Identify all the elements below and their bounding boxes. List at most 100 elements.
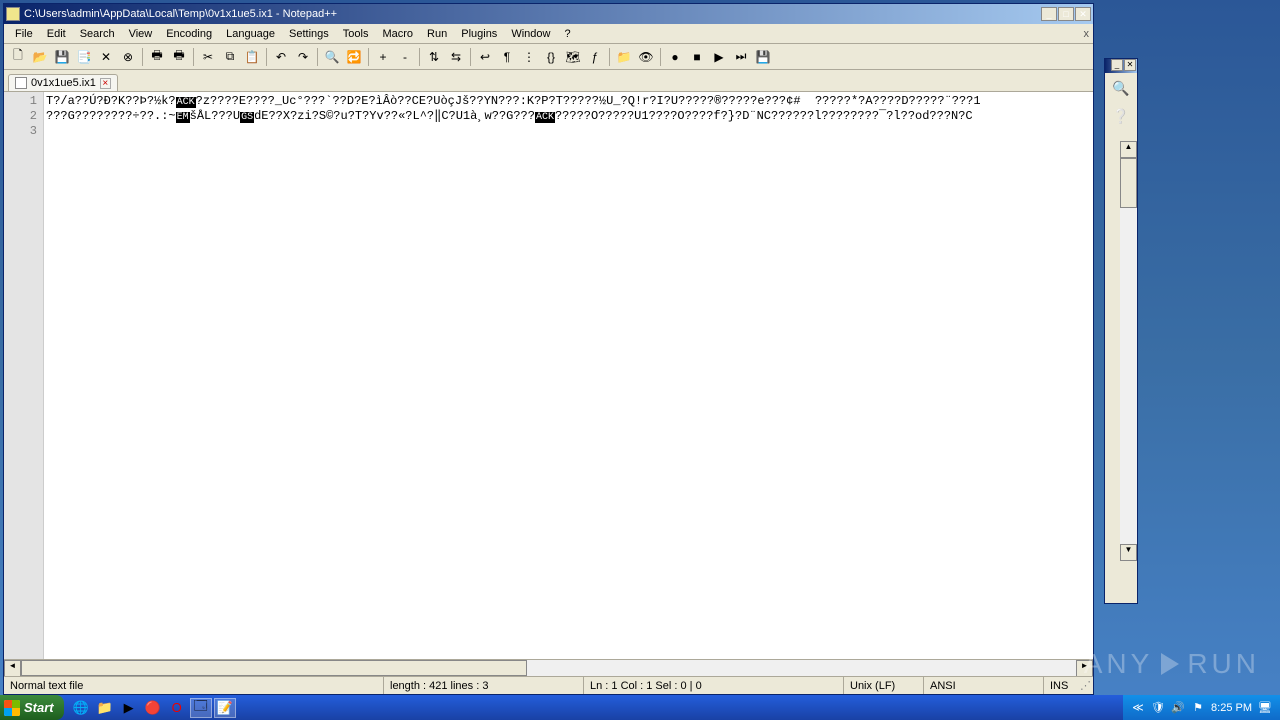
tab-label: 0v1x1ue5.ix1 — [31, 77, 96, 89]
close-window-button[interactable]: ✕ — [1075, 7, 1091, 21]
menu-search[interactable]: Search — [73, 26, 122, 42]
tray-shield-icon[interactable]: 🛡 — [1151, 701, 1165, 715]
status-position: Ln : 1 Col : 1 Sel : 0 | 0 — [584, 677, 844, 694]
control-char: ACK — [535, 112, 555, 123]
monitor-icon[interactable]: 👁 — [636, 47, 656, 67]
doc-map-icon[interactable]: 🗺 — [563, 47, 583, 67]
zoom-out-icon[interactable]: - — [395, 47, 415, 67]
window-title: C:\Users\admin\AppData\Local\Temp\0v1x1u… — [24, 8, 1041, 20]
new-file-icon[interactable]: 🗋 — [8, 47, 28, 67]
opera-icon[interactable]: O — [166, 698, 188, 718]
magnifier-icon[interactable]: 🔍 — [1112, 79, 1130, 97]
notepadpp-window: C:\Users\admin\AppData\Local\Temp\0v1x1u… — [3, 3, 1094, 695]
menu-view[interactable]: View — [122, 26, 160, 42]
copy-icon[interactable]: ⧉ — [220, 47, 240, 67]
menu-language[interactable]: Language — [219, 26, 282, 42]
vscroll-thumb[interactable] — [1120, 158, 1137, 208]
scroll-up-button[interactable]: ▲ — [1120, 141, 1137, 158]
record-icon[interactable]: ● — [665, 47, 685, 67]
play-multi-icon[interactable]: ⏭ — [731, 47, 751, 67]
vscroll-track[interactable] — [1120, 158, 1137, 544]
paste-icon[interactable]: 📋 — [242, 47, 262, 67]
menu-close-icon[interactable]: x — [1084, 28, 1090, 40]
menu-settings[interactable]: Settings — [282, 26, 336, 42]
tray-volume-icon[interactable]: 🔊 — [1171, 701, 1185, 715]
save-all-icon[interactable]: 📑 — [74, 47, 94, 67]
tray-monitor-icon[interactable]: 🖥 — [1258, 701, 1272, 715]
task-app1-icon[interactable]: 🗔 — [190, 698, 212, 718]
start-button[interactable]: Start — [0, 695, 64, 720]
ie-icon[interactable]: 🌐 — [70, 698, 92, 718]
func-list-icon[interactable]: ƒ — [585, 47, 605, 67]
replace-icon[interactable]: 🔁 — [344, 47, 364, 67]
editor-area: 123 T?/a??Ú?Đ?K??Þ?½k?ACK?z????E????_Uc°… — [4, 92, 1093, 659]
indent-guide-icon[interactable]: ⋮ — [519, 47, 539, 67]
menu-edit[interactable]: Edit — [40, 26, 73, 42]
folder-icon[interactable]: 📁 — [614, 47, 634, 67]
media-player-icon[interactable]: ▶ — [118, 698, 140, 718]
control-char: GS — [240, 112, 254, 123]
zoom-in-icon[interactable]: + — [373, 47, 393, 67]
tray-expand-icon[interactable]: ≪ — [1131, 701, 1145, 715]
save-macro-icon[interactable]: 💾 — [753, 47, 773, 67]
cut-icon[interactable]: ✂ — [198, 47, 218, 67]
text-editor[interactable]: T?/a??Ú?Đ?K??Þ?½k?ACK?z????E????_Uc°???`… — [44, 92, 1093, 659]
play-icon[interactable]: ▶ — [709, 47, 729, 67]
clock[interactable]: 8:25 PM — [1211, 702, 1252, 714]
side-vertical-scrollbar[interactable]: ▲ ▼ — [1120, 141, 1137, 561]
editor-line[interactable]: T?/a??Ú?Đ?K??Þ?½k?ACK?z????E????_Uc°???`… — [46, 94, 1091, 109]
taskbar: Start 🌐 📁 ▶ 🔴 O 🗔 📝 ≪ 🛡 🔊 ⚑ 8:25 PM 🖥 — [0, 695, 1280, 720]
titlebar[interactable]: C:\Users\admin\AppData\Local\Temp\0v1x1u… — [4, 4, 1093, 24]
udl-icon[interactable]: {} — [541, 47, 561, 67]
status-mode: INS — [1044, 677, 1078, 694]
tray-flag-icon[interactable]: ⚑ — [1191, 701, 1205, 715]
menu-macro[interactable]: Macro — [375, 26, 420, 42]
help-icon[interactable]: ❔ — [1112, 107, 1130, 125]
editor-line[interactable] — [46, 124, 1091, 139]
side-close-button[interactable]: ✕ — [1124, 59, 1136, 71]
resize-grip[interactable]: ⋰ — [1078, 679, 1093, 692]
close-icon[interactable]: ✕ — [96, 47, 116, 67]
scroll-left-button[interactable]: ◄ — [4, 660, 21, 677]
chrome-icon[interactable]: 🔴 — [142, 698, 164, 718]
status-length: length : 421 lines : 3 — [384, 677, 584, 694]
save-icon[interactable]: 💾 — [52, 47, 72, 67]
menu-run[interactable]: Run — [420, 26, 454, 42]
print-icon[interactable]: 🖶 — [147, 47, 167, 67]
hscroll-track[interactable] — [21, 660, 1076, 676]
find-icon[interactable]: 🔍 — [322, 47, 342, 67]
wrap-icon[interactable]: ↩ — [475, 47, 495, 67]
editor-line[interactable]: ???G????????÷??.:~EMšÅL???UGSdE??X?zi?S©… — [46, 109, 1091, 124]
undo-icon[interactable]: ↶ — [271, 47, 291, 67]
redo-icon[interactable]: ↷ — [293, 47, 313, 67]
menu-file[interactable]: File — [8, 26, 40, 42]
open-file-icon[interactable]: 📂 — [30, 47, 50, 67]
menu-plugins[interactable]: Plugins — [454, 26, 504, 42]
menu-tools[interactable]: Tools — [336, 26, 376, 42]
minimize-button[interactable]: _ — [1041, 7, 1057, 21]
sync-h-icon[interactable]: ⇆ — [446, 47, 466, 67]
maximize-button[interactable]: □ — [1058, 7, 1074, 21]
file-tab[interactable]: 0v1x1ue5.ix1 × — [8, 74, 118, 91]
print-now-icon[interactable]: 🖶 — [169, 47, 189, 67]
quick-launch: 🌐 📁 ▶ 🔴 O 🗔 📝 — [64, 698, 242, 718]
menu-help[interactable]: ? — [557, 26, 577, 42]
control-char: ACK — [176, 97, 196, 108]
horizontal-scrollbar[interactable]: ◄ ► — [4, 659, 1093, 676]
all-chars-icon[interactable]: ¶ — [497, 47, 517, 67]
status-filetype: Normal text file — [4, 677, 384, 694]
sync-v-icon[interactable]: ⇅ — [424, 47, 444, 67]
line-number: 2 — [4, 109, 37, 124]
scroll-down-button[interactable]: ▼ — [1120, 544, 1137, 561]
system-tray: ≪ 🛡 🔊 ⚑ 8:25 PM 🖥 — [1123, 695, 1280, 720]
hscroll-thumb[interactable] — [21, 660, 527, 676]
watermark: ANY RUN — [1084, 648, 1260, 680]
menu-window[interactable]: Window — [504, 26, 557, 42]
explorer-icon[interactable]: 📁 — [94, 698, 116, 718]
close-all-icon[interactable]: ⊗ — [118, 47, 138, 67]
stop-icon[interactable]: ■ — [687, 47, 707, 67]
tab-close-button[interactable]: × — [100, 78, 111, 89]
side-minimize-button[interactable]: _ — [1111, 59, 1123, 71]
task-notepadpp-icon[interactable]: 📝 — [214, 698, 236, 718]
menu-encoding[interactable]: Encoding — [159, 26, 219, 42]
